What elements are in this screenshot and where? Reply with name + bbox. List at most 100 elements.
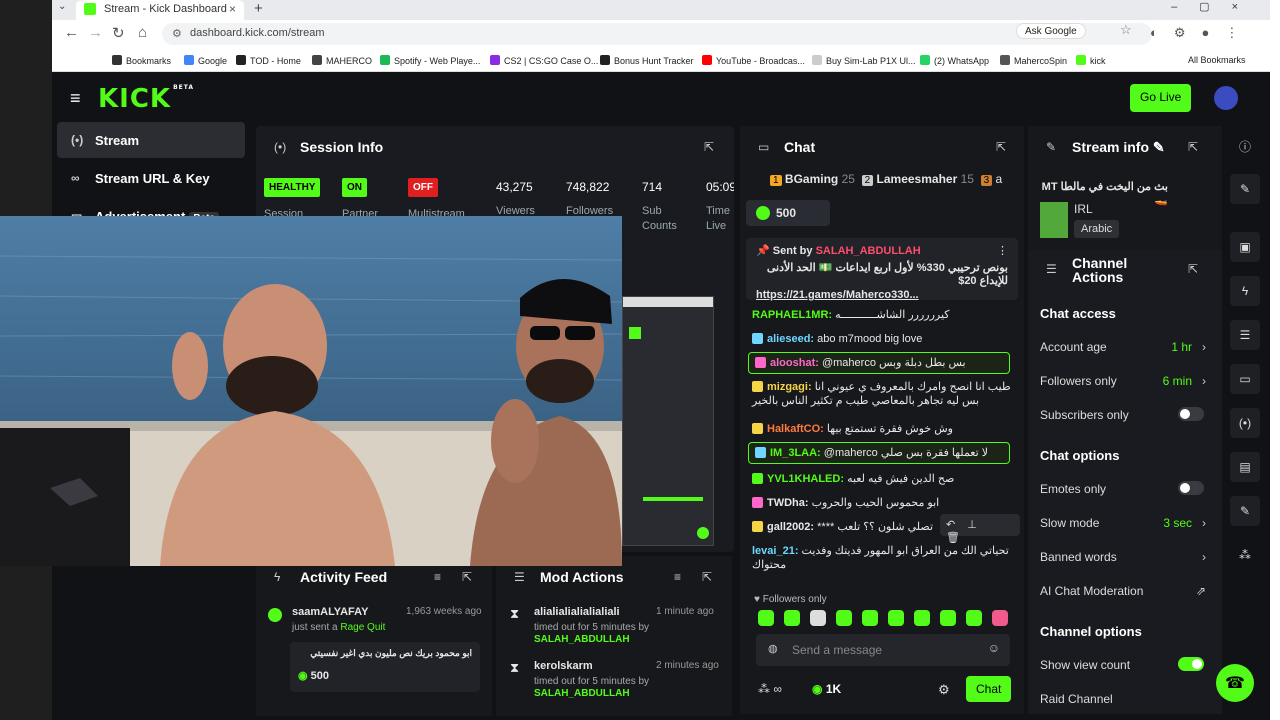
popout-icon[interactable]: ⇱ [996, 140, 1006, 154]
bookmark-item[interactable]: Spotify - Web Playe... [380, 55, 480, 66]
chat-message[interactable]: alieseed: abo m7mood big love [752, 332, 1014, 346]
emote[interactable] [862, 610, 878, 626]
help-chat-button[interactable]: ☎ [1216, 664, 1254, 702]
layout-icon[interactable]: ▣ [1230, 232, 1260, 262]
reload-icon[interactable]: ↻ [112, 24, 125, 42]
chat-send-button[interactable]: Chat [966, 676, 1012, 702]
emote[interactable] [966, 610, 982, 626]
back-icon[interactable]: ← [64, 24, 79, 41]
bookmark-item[interactable]: kick [1076, 55, 1106, 66]
menu-icon[interactable]: ≡ [70, 88, 81, 109]
emote[interactable] [810, 610, 826, 626]
show-view-count-setting[interactable]: Show view count [1040, 657, 1208, 672]
wrench-icon[interactable]: ✎ [1230, 496, 1260, 526]
goal-badge[interactable]: 500 [746, 200, 830, 226]
bookmark-item[interactable]: MahercoSpin [1000, 55, 1067, 66]
filter-icon[interactable]: ≡ [674, 570, 681, 584]
info-icon[interactable]: ⓘ [1230, 130, 1260, 160]
site-info-icon[interactable]: ⚙ [172, 27, 182, 40]
mod-time: 1 minute ago [656, 606, 714, 617]
list-icon[interactable]: ☰ [1230, 320, 1260, 350]
all-bookmarks[interactable]: All Bookmarks [1188, 55, 1246, 65]
slow-mode-setting[interactable]: Slow mode 3 sec › [1040, 516, 1208, 530]
chat-icon: ▭ [758, 140, 770, 154]
home-icon[interactable]: ⌂ [138, 24, 147, 41]
sub-count: 714 [642, 180, 663, 194]
bookmark-item[interactable]: (2) WhatsApp [920, 55, 989, 66]
ai-moderation-setting[interactable]: AI Chat Moderation ⇗ [1040, 584, 1208, 598]
kick-logo[interactable]: KICK BETA [98, 84, 194, 114]
emote[interactable] [888, 610, 904, 626]
sidebar-item-stream[interactable]: (•) Stream [57, 122, 245, 158]
subscribers-only-setting[interactable]: Subscribers only [1040, 407, 1208, 422]
chat-message[interactable]: HalkaftCO: وش خوش فقرة تستمتع بيها [752, 422, 1014, 436]
pinned-message[interactable]: 📌 Sent by SALAH_ABDULLAH ⋮ بونص ترحيبي 33… [746, 238, 1018, 301]
emotes-only-setting[interactable]: Emotes only [1040, 481, 1208, 496]
new-tab-icon[interactable]: + [254, 0, 263, 17]
bookmark-item[interactable]: TOD - Home [236, 55, 301, 66]
channel-actions-panel: ☰ Channel Actions ⇱ Chat access Account … [1028, 250, 1222, 714]
window-controls[interactable]: –▢× [1171, 0, 1260, 13]
bookmark-star-icon[interactable]: ☆ [1120, 22, 1132, 38]
message-actions[interactable]: ↶⊥🗑 [940, 514, 1020, 544]
bookmark-item[interactable]: Buy Sim-Lab P1X Ul... [812, 55, 916, 66]
banned-words-setting[interactable]: Banned words › [1040, 550, 1208, 564]
emotes-only-toggle[interactable] [1178, 481, 1204, 495]
go-live-button[interactable]: Go Live [1130, 84, 1192, 112]
bookmark-item[interactable]: YouTube - Broadcas... [702, 55, 805, 66]
bookmark-item[interactable]: Bonus Hunt Tracker [600, 55, 694, 66]
chat-message[interactable]: levai_21: تحياتي الك من العراق ابو المهو… [752, 544, 1014, 572]
chat-settings-icon[interactable]: ⁂ ∞ [758, 682, 782, 696]
chat-message-highlight[interactable]: IM_3LAA: @maherco لا تعملها فقرة بس صلي [748, 442, 1010, 464]
emote[interactable] [992, 610, 1008, 626]
emote[interactable] [914, 610, 930, 626]
popout-icon[interactable]: ⇱ [462, 570, 472, 584]
url-text: dashboard.kick.com/stream [190, 27, 325, 39]
raid-channel-setting[interactable]: Raid Channel [1040, 692, 1208, 706]
ask-google-button[interactable]: Ask Google [1016, 23, 1086, 39]
sidebar-item-stream-url-key[interactable]: ∞ Stream URL & Key [57, 160, 245, 196]
tab-search-icon[interactable]: ⌄ [58, 1, 66, 12]
bookmark-item[interactable]: CS2 | CS:GO Case O... [490, 55, 598, 66]
show-view-count-toggle[interactable] [1178, 657, 1204, 671]
chat-message[interactable]: mizgagi: طيب انا انصح وامرك بالمعروف ي ع… [752, 380, 1014, 408]
popout-icon[interactable]: ⇱ [702, 570, 712, 584]
popout-icon[interactable]: ⇱ [1188, 262, 1198, 276]
chat-message[interactable]: YVL1KHALED: صح الدين فيش فيه لعبه [752, 472, 1014, 486]
share-icon[interactable]: ⁂ [1230, 540, 1260, 570]
popout-icon[interactable]: ⇱ [704, 140, 714, 154]
bookmark-item[interactable]: Google [184, 55, 227, 66]
address-bar[interactable]: ⚙ dashboard.kick.com/stream [162, 23, 1152, 45]
subscribers-only-toggle[interactable] [1178, 407, 1204, 421]
extension-icons[interactable]: ◐⚙●⋮ [1150, 25, 1254, 41]
chat-message[interactable]: gall2002: **** تصلي شلون ؟؟ تلعب [752, 520, 942, 534]
monitor-icon[interactable]: ▤ [1230, 452, 1260, 482]
gear-icon[interactable]: ⚙ [938, 682, 950, 698]
chat-message[interactable]: TWDha: ابو محموس الحيب والحروب [752, 496, 1014, 510]
filter-icon[interactable]: ≡ [434, 570, 441, 584]
bookmark-item[interactable]: MAHERCO [312, 55, 372, 66]
chat-input[interactable]: ◍ Send a message ☺ [756, 634, 1010, 666]
chat-message-highlight[interactable]: alooshat: @maherco بس بطل دبلة وبس [748, 352, 1010, 374]
account-age-setting[interactable]: Account age 1 hr › [1040, 340, 1208, 354]
browser-tab[interactable]: Stream - Kick Dashboard × [76, 0, 244, 20]
broadcast-icon: (•) [274, 140, 287, 154]
broadcast-icon[interactable]: (•) [1230, 408, 1260, 438]
close-tab-icon[interactable]: × [229, 2, 236, 16]
emote[interactable] [940, 610, 956, 626]
followers-only-setting[interactable]: Followers only 6 min › [1040, 374, 1208, 388]
bookmark-item[interactable]: Bookmarks [112, 55, 171, 66]
emote[interactable] [836, 610, 852, 626]
chat-icon[interactable]: ▭ [1230, 364, 1260, 394]
edit-icon[interactable]: ✎ [1230, 174, 1260, 204]
emote[interactable] [758, 610, 774, 626]
lightning-icon[interactable]: ϟ [1230, 276, 1260, 306]
chat-message[interactable]: RAPHAEL1MR: كيرررررر الشاشـــــــــــه [752, 308, 1014, 322]
avatar[interactable] [1214, 86, 1238, 110]
forward-icon[interactable]: → [88, 24, 103, 41]
emoji-icon[interactable]: ☺ [988, 641, 1000, 655]
mod-action-text: timed out for 5 minutes by [534, 676, 650, 687]
sub-count-label: Sub Counts [642, 205, 677, 232]
emote[interactable] [784, 610, 800, 626]
popout-icon[interactable]: ⇱ [1188, 140, 1198, 154]
